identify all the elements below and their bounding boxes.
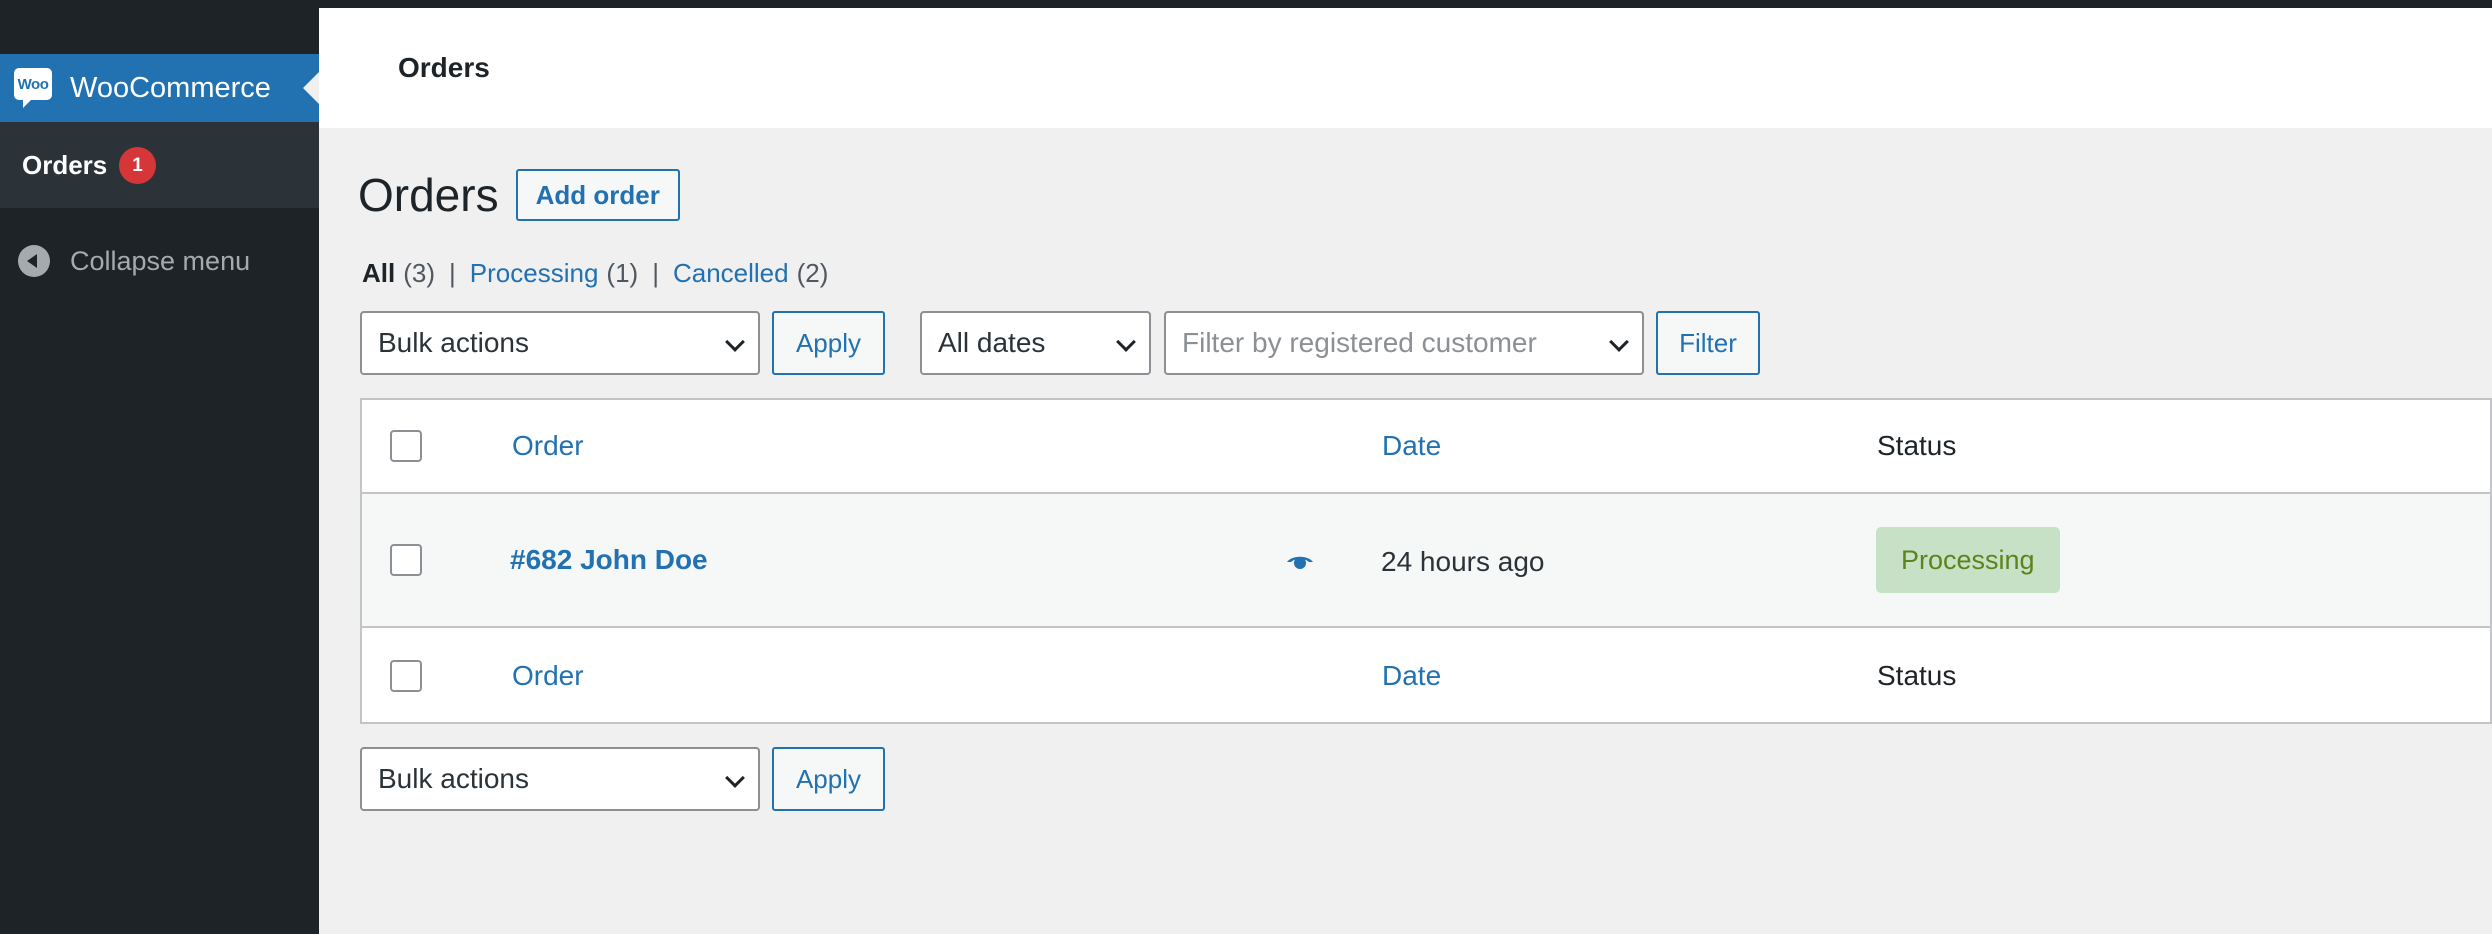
sidebar-item-woocommerce[interactable]: Woo WooCommerce bbox=[0, 54, 319, 122]
preview-eye-icon[interactable] bbox=[1286, 553, 1314, 571]
table-row: #682 John Doe 24 hours ago Processing bbox=[362, 494, 2490, 628]
view-processing-link[interactable]: Processing bbox=[470, 258, 599, 289]
collapse-menu-button[interactable]: Collapse menu bbox=[18, 245, 250, 277]
column-date-header[interactable]: Date bbox=[1382, 430, 1441, 462]
collapse-arrow-icon bbox=[18, 245, 50, 277]
filter-button[interactable]: Filter bbox=[1656, 311, 1760, 375]
view-cancelled-link[interactable]: Cancelled bbox=[673, 258, 789, 289]
date-filter-select[interactable]: All dates bbox=[920, 311, 1151, 375]
sidebar-item-orders[interactable]: Orders bbox=[22, 150, 107, 181]
customer-filter-placeholder: Filter by registered customer bbox=[1182, 327, 1537, 358]
main-content: Orders Add order All (3) | Processing (1… bbox=[319, 128, 2492, 934]
view-all-link[interactable]: All bbox=[362, 258, 395, 289]
view-all-count: (3) bbox=[403, 258, 436, 288]
column-order-footer[interactable]: Order bbox=[512, 660, 584, 692]
view-separator: | bbox=[652, 258, 659, 288]
view-processing-count: (1) bbox=[606, 258, 639, 288]
collapse-menu-label: Collapse menu bbox=[70, 245, 251, 276]
chevron-down-icon bbox=[1116, 332, 1136, 352]
customer-filter-select[interactable]: Filter by registered customer bbox=[1164, 311, 1644, 375]
table-header-row: Order Date Status bbox=[362, 400, 2490, 494]
column-status-footer: Status bbox=[1877, 660, 1957, 691]
sidebar-item-label: WooCommerce bbox=[70, 72, 271, 104]
bulk-actions-select-bottom[interactable]: Bulk actions bbox=[360, 747, 760, 811]
orders-count-badge: 1 bbox=[119, 147, 156, 184]
admin-sidebar: Woo WooCommerce Orders 1 Collapse menu bbox=[0, 0, 319, 934]
chevron-down-icon bbox=[725, 332, 745, 352]
chevron-down-icon bbox=[725, 768, 745, 788]
header-title: Orders bbox=[398, 52, 490, 83]
title-row: Orders Add order bbox=[358, 168, 680, 222]
date-filter-value: All dates bbox=[938, 327, 1046, 358]
order-status-views: All (3) | Processing (1) | Cancelled (2) bbox=[362, 258, 828, 289]
order-date: 24 hours ago bbox=[1381, 546, 1545, 577]
apply-button-bottom[interactable]: Apply bbox=[772, 747, 885, 811]
column-order-header[interactable]: Order bbox=[512, 430, 584, 462]
woocommerce-logo-icon: Woo bbox=[14, 68, 52, 108]
bulk-actions-value: Bulk actions bbox=[378, 327, 529, 358]
order-link[interactable]: #682 John Doe bbox=[510, 544, 708, 576]
view-cancelled-count: (2) bbox=[796, 258, 829, 288]
apply-button-top[interactable]: Apply bbox=[772, 311, 885, 375]
select-all-checkbox-footer[interactable] bbox=[390, 660, 422, 692]
bulk-actions-value: Bulk actions bbox=[378, 763, 529, 794]
page-title: Orders bbox=[358, 169, 499, 221]
page-header: Orders bbox=[319, 8, 2492, 128]
select-all-checkbox[interactable] bbox=[390, 430, 422, 462]
column-date-footer[interactable]: Date bbox=[1382, 660, 1441, 692]
add-order-button[interactable]: Add order bbox=[515, 169, 680, 221]
current-menu-arrow-icon bbox=[303, 72, 319, 104]
admin-top-bar bbox=[0, 0, 2492, 8]
chevron-down-icon bbox=[1609, 332, 1629, 352]
table-footer-row: Order Date Status bbox=[362, 628, 2490, 724]
bulk-actions-select-top[interactable]: Bulk actions bbox=[360, 311, 760, 375]
sidebar-submenu: Orders bbox=[0, 122, 319, 208]
status-badge: Processing bbox=[1876, 527, 2060, 593]
row-checkbox[interactable] bbox=[390, 544, 422, 576]
orders-table: Order Date Status #682 John Doe 24 hours… bbox=[360, 398, 2492, 724]
column-status-header: Status bbox=[1877, 430, 1957, 461]
view-separator: | bbox=[449, 258, 456, 288]
